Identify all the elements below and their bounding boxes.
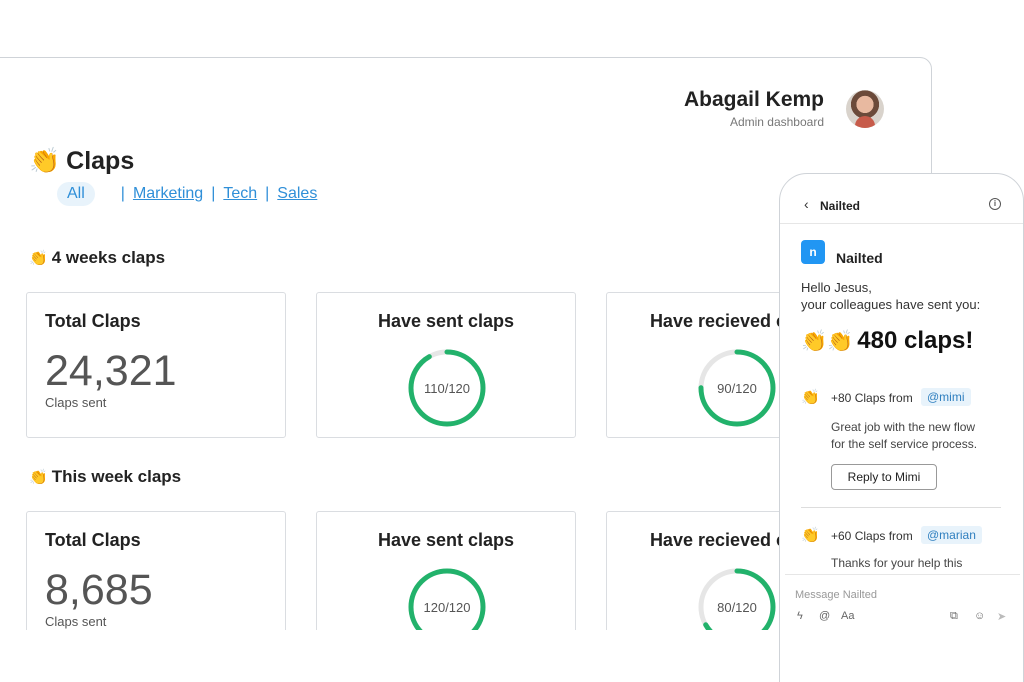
mention-tag[interactable]: @marian bbox=[921, 526, 982, 544]
message-body: Great job with the new flow for the self… bbox=[831, 420, 978, 451]
total-claps-value: 8,685 bbox=[45, 566, 153, 614]
filter-tech[interactable]: Tech bbox=[223, 185, 257, 203]
clap-icon: 👏 bbox=[801, 388, 820, 406]
clap-icon: 👏 bbox=[29, 249, 48, 267]
filter-separator: | bbox=[265, 185, 270, 202]
greeting: Hello Jesus, your colleagues have sent y… bbox=[801, 280, 981, 312]
message-composer[interactable]: Message Nailted ϟ @ Aa ⧉ ☺ ➤ bbox=[785, 574, 1020, 634]
card-title: Have sent claps bbox=[377, 311, 515, 331]
composer-placeholder[interactable]: Message Nailted bbox=[795, 589, 877, 601]
mention-tag[interactable]: @mimi bbox=[921, 388, 971, 406]
filter-marketing[interactable]: Marketing bbox=[133, 185, 203, 203]
total-claps-card: Total Claps 24,321 Claps sent bbox=[26, 292, 286, 438]
clap-icon: 👏👏 bbox=[801, 328, 854, 353]
message-sender-label: +60 Claps from bbox=[831, 529, 913, 543]
chat-header-title: Nailted bbox=[820, 199, 861, 213]
user-role: Admin dashboard bbox=[729, 115, 824, 129]
total-claps-label: Claps sent bbox=[45, 614, 107, 629]
card-title: Have sent claps bbox=[377, 530, 515, 550]
format-icon[interactable]: Aa bbox=[841, 610, 854, 622]
nailted-logo-icon: n bbox=[801, 240, 825, 264]
chat-header: ‹ Nailted i bbox=[780, 174, 1023, 224]
clap-icon: 👏 bbox=[29, 146, 61, 175]
mention-icon[interactable]: @ bbox=[819, 610, 830, 622]
card-title: Total Claps bbox=[45, 311, 141, 331]
page-title: 👏 Claps bbox=[29, 146, 134, 176]
page-title-text: Claps bbox=[66, 146, 135, 175]
total-claps-value: 24,321 bbox=[45, 347, 177, 395]
card-title: Total Claps bbox=[45, 530, 141, 550]
progress-ring-label: 110/120 bbox=[423, 380, 471, 396]
clap-icon: 👏 bbox=[801, 526, 820, 544]
chat-phone-mockup: ‹ Nailted i n Nailted Hello Jesus, your … bbox=[779, 173, 1024, 682]
filter-separator: | bbox=[120, 185, 125, 202]
message-body: Thanks for your help this bbox=[831, 556, 963, 570]
filter-separator: | bbox=[211, 185, 216, 202]
filter-bar: All | Marketing | Tech | Sales bbox=[57, 182, 317, 206]
back-icon[interactable]: ‹ bbox=[804, 196, 809, 212]
app-name: Nailted bbox=[836, 250, 883, 266]
clap-icon: 👏 bbox=[29, 468, 48, 486]
avatar[interactable] bbox=[846, 90, 884, 128]
divider bbox=[801, 507, 1001, 508]
reply-button[interactable]: Reply to Mimi bbox=[831, 464, 937, 490]
send-icon[interactable]: ➤ bbox=[997, 610, 1006, 623]
message-sender-label: +80 Claps from bbox=[831, 391, 913, 405]
user-name: Abagail Kemp bbox=[683, 88, 824, 111]
section-title-this-week: 👏 This week claps bbox=[29, 467, 182, 486]
total-claps-message: 👏👏 480 claps! bbox=[801, 327, 974, 354]
total-claps-label: Claps sent bbox=[45, 395, 107, 410]
filter-all[interactable]: All bbox=[57, 182, 95, 206]
section-title-4-weeks: 👏 4 weeks claps bbox=[29, 248, 166, 267]
shortcut-icon[interactable]: ϟ bbox=[797, 610, 803, 622]
sent-claps-card: Have sent claps 110/120 bbox=[316, 292, 576, 438]
filter-sales[interactable]: Sales bbox=[277, 185, 317, 203]
info-icon[interactable]: i bbox=[989, 198, 1001, 210]
progress-ring-label: 90/120 bbox=[717, 380, 757, 396]
emoji-icon[interactable]: ☺ bbox=[974, 610, 985, 622]
attach-icon[interactable]: ⧉ bbox=[950, 610, 958, 623]
